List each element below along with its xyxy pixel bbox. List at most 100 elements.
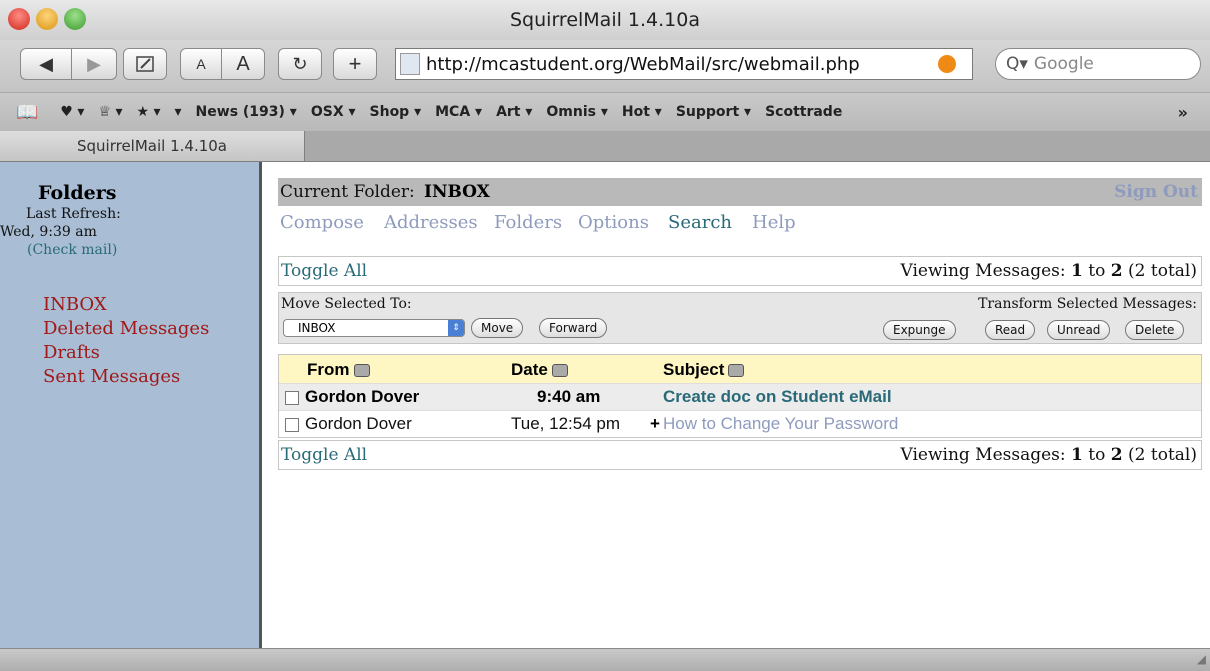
message-flag: + bbox=[650, 414, 660, 433]
column-from[interactable]: From bbox=[307, 360, 370, 380]
window-title: SquirrelMail 1.4.10a bbox=[510, 9, 700, 31]
move-button[interactable]: Move bbox=[471, 318, 524, 338]
viewing-from: 1 bbox=[1071, 445, 1083, 465]
bookmark-hot[interactable]: Hot ▾ bbox=[622, 104, 662, 120]
folder-select-value: INBOX bbox=[298, 321, 336, 335]
nav-folders[interactable]: Folders bbox=[494, 212, 562, 233]
bookmark-heart-icon[interactable]: ♥ ▾ bbox=[60, 104, 84, 120]
bookmark-news[interactable]: News (193) ▾ bbox=[196, 104, 297, 120]
message-checkbox[interactable] bbox=[285, 391, 299, 405]
forward-button[interactable]: ▶ bbox=[71, 48, 117, 80]
column-subject-label: Subject bbox=[663, 360, 725, 379]
bookmarks-bar: 📖 ♥ ▾ ♕ ▾ ★ ▾ ▾ News (193) ▾ OSX ▾ Shop … bbox=[0, 92, 1210, 132]
message-subject[interactable]: How to Change Your Password bbox=[663, 414, 898, 434]
sign-out-link[interactable]: Sign Out bbox=[1114, 182, 1198, 202]
sort-date-icon[interactable] bbox=[551, 364, 568, 378]
sort-from-icon[interactable] bbox=[353, 364, 370, 378]
message-table: From Date Subject Gordon Dover 9:40 am C… bbox=[278, 354, 1202, 438]
actions-bar: Move Selected To: Transform Selected Mes… bbox=[278, 292, 1202, 344]
address-bar[interactable]: http://mcastudent.org/WebMail/src/webmai… bbox=[395, 48, 973, 80]
read-button[interactable]: Read bbox=[985, 320, 1036, 340]
column-subject[interactable]: Subject bbox=[663, 360, 745, 380]
bookmark-art[interactable]: Art ▾ bbox=[496, 104, 532, 120]
forward-message-button[interactable]: Forward bbox=[539, 318, 608, 338]
message-list-bottom-bar: Toggle All Viewing Messages: 1 to 2 (2 t… bbox=[278, 440, 1202, 470]
bookmark-shop[interactable]: Shop ▾ bbox=[370, 104, 422, 120]
viewing-total: (2 total) bbox=[1128, 445, 1197, 465]
nav-search[interactable]: Search bbox=[668, 212, 732, 233]
tab-squirrelmail[interactable]: SquirrelMail 1.4.10a bbox=[0, 131, 305, 161]
unread-button[interactable]: Unread bbox=[1047, 320, 1111, 340]
edit-button[interactable] bbox=[123, 48, 167, 80]
nav-compose[interactable]: Compose bbox=[280, 212, 364, 233]
folders-sidebar: Folders Last Refresh: Wed, 9:39 am (Chec… bbox=[0, 162, 262, 648]
bookmark-bug-icon[interactable]: ♕ ▾ bbox=[98, 104, 122, 120]
message-list-top-bar: Toggle All Viewing Messages: 1 to 2 (2 t… bbox=[278, 256, 1202, 286]
nav-addresses[interactable]: Addresses bbox=[384, 212, 478, 233]
message-date: 9:40 am bbox=[537, 387, 601, 406]
text-larger-button[interactable]: A bbox=[221, 48, 265, 80]
toggle-all-link-top[interactable]: Toggle All bbox=[281, 261, 367, 281]
resize-grip-icon[interactable]: ◢ bbox=[1197, 652, 1206, 666]
reload-button[interactable]: ↻ bbox=[278, 48, 322, 80]
table-row[interactable]: Gordon Dover 9:40 am Create doc on Stude… bbox=[279, 383, 1201, 410]
nav-help[interactable]: Help bbox=[752, 212, 796, 233]
pencil-icon bbox=[136, 56, 154, 72]
bookmarks-overflow-icon[interactable]: » bbox=[1178, 103, 1188, 122]
viewing-to-word: to bbox=[1088, 261, 1106, 281]
folder-list: INBOX Deleted Messages Drafts Sent Messa… bbox=[43, 293, 209, 389]
nav-options[interactable]: Options bbox=[578, 212, 649, 233]
text-smaller-button[interactable]: A bbox=[180, 48, 222, 80]
toggle-all-link-bottom[interactable]: Toggle All bbox=[281, 445, 367, 465]
folder-drafts[interactable]: Drafts bbox=[43, 341, 209, 365]
back-button[interactable]: ◀ bbox=[20, 48, 72, 80]
bookmark-omnis[interactable]: Omnis ▾ bbox=[546, 104, 608, 120]
column-date[interactable]: Date bbox=[511, 360, 568, 380]
snapback-icon[interactable] bbox=[938, 55, 956, 73]
transform-label: Transform Selected Messages: bbox=[978, 296, 1197, 312]
folders-heading: Folders bbox=[38, 182, 117, 204]
bookmark-star-icon[interactable]: ★ ▾ bbox=[136, 104, 160, 120]
add-bookmark-button[interactable]: + bbox=[333, 48, 377, 80]
expunge-button[interactable]: Expunge bbox=[883, 320, 956, 340]
message-from: Gordon Dover bbox=[305, 414, 412, 433]
table-row[interactable]: Gordon Dover Tue, 12:54 pm + How to Chan… bbox=[279, 410, 1201, 437]
bookmark-support[interactable]: Support ▾ bbox=[676, 104, 751, 120]
search-field[interactable]: Q▾ Google bbox=[995, 48, 1201, 80]
bookmarks-book-icon[interactable]: 📖 bbox=[16, 102, 38, 123]
viewing-to: 2 bbox=[1110, 261, 1123, 281]
web-content: Folders Last Refresh: Wed, 9:39 am (Chec… bbox=[0, 162, 1210, 648]
check-mail-link[interactable]: (Check mail) bbox=[27, 242, 117, 258]
sort-subject-icon[interactable] bbox=[728, 364, 745, 378]
message-date: Tue, 12:54 pm bbox=[511, 414, 620, 433]
folder-deleted-messages[interactable]: Deleted Messages bbox=[43, 317, 209, 341]
text-smaller-label: A bbox=[196, 56, 206, 72]
bookmark-mca[interactable]: MCA ▾ bbox=[435, 104, 482, 120]
folder-inbox[interactable]: INBOX bbox=[43, 293, 209, 317]
message-table-header: From Date Subject bbox=[279, 355, 1201, 383]
message-checkbox[interactable] bbox=[285, 418, 299, 432]
current-folder-name: INBOX bbox=[424, 182, 490, 202]
current-folder-bar: Current Folder: INBOX Sign Out bbox=[278, 178, 1202, 206]
viewing-to-word: to bbox=[1088, 445, 1106, 465]
last-refresh-label: Last Refresh: bbox=[26, 206, 121, 222]
tab-bar: SquirrelMail 1.4.10a bbox=[0, 131, 1210, 162]
select-arrows-icon: ⇕ bbox=[448, 320, 464, 336]
reload-icon: ↻ bbox=[292, 53, 308, 74]
back-arrow-icon: ◀ bbox=[39, 53, 53, 74]
folder-sent-messages[interactable]: Sent Messages bbox=[43, 365, 209, 389]
viewing-messages-bottom: Viewing Messages: 1 to 2 (2 total) bbox=[900, 445, 1197, 465]
bookmark-osx[interactable]: OSX ▾ bbox=[311, 104, 356, 120]
message-subject[interactable]: Create doc on Student eMail bbox=[663, 387, 892, 407]
bookmark-scottrade[interactable]: Scottrade bbox=[765, 104, 842, 120]
viewing-prefix: Viewing Messages: bbox=[900, 445, 1066, 465]
delete-button[interactable]: Delete bbox=[1125, 320, 1185, 340]
viewing-to: 2 bbox=[1110, 445, 1123, 465]
folder-select[interactable]: INBOX ⇕ bbox=[283, 319, 465, 337]
bookmark-apple-icon[interactable]: ▾ bbox=[175, 104, 182, 120]
viewing-total: (2 total) bbox=[1128, 261, 1197, 281]
status-bar: ◢ bbox=[0, 648, 1210, 671]
browser-toolbar: ◀ ▶ A A ↻ + http://mcastudent.org/WebMai… bbox=[0, 40, 1210, 92]
column-date-label: Date bbox=[511, 360, 548, 379]
viewing-from: 1 bbox=[1071, 261, 1083, 281]
